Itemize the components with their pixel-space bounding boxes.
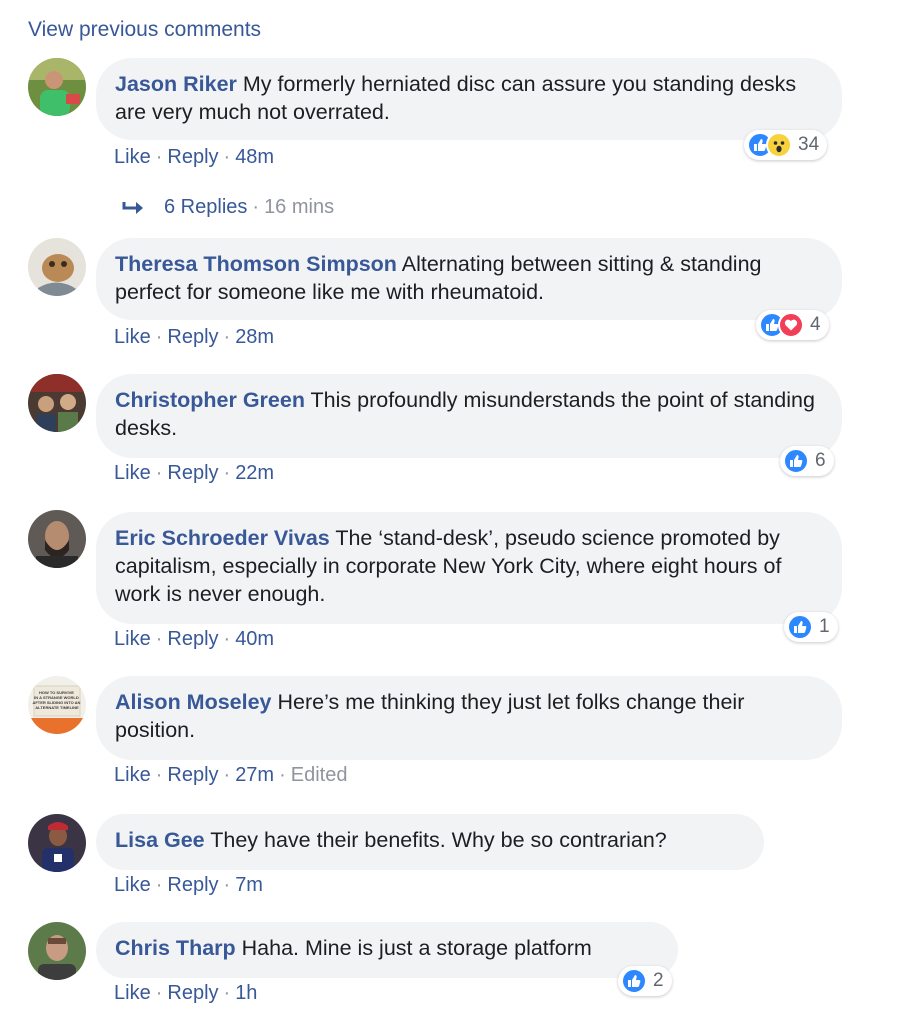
separator-dot: · — [223, 326, 231, 348]
view-replies-link[interactable]: 6 Replies — [164, 196, 247, 219]
comment-actions: Like · Reply · 1h — [114, 982, 257, 1005]
comment-actions: Like · Reply · 27m · Edited — [114, 764, 347, 787]
reply-arrow-icon — [122, 201, 143, 214]
separator-dot: · — [223, 146, 231, 168]
comment-actions: Like · Reply · 22m — [114, 462, 274, 485]
comment-author[interactable]: Christopher Green — [115, 388, 305, 412]
replies-time: 16 mins — [264, 196, 335, 218]
separator-dot: · — [155, 874, 163, 896]
avatar[interactable] — [28, 58, 86, 116]
reaction-count: 2 — [653, 970, 664, 991]
separator-dot: · — [155, 462, 163, 484]
like-reaction-icon — [787, 614, 813, 640]
avatar-book-text: HOW TO SURVIVE IN A STRANGE WORLD AFTER … — [32, 690, 81, 710]
like-link[interactable]: Like — [114, 874, 151, 896]
separator-dot: · — [223, 874, 231, 896]
comment-bubble: Jason Riker My formerly herniated disc c… — [96, 58, 842, 140]
timestamp-link[interactable]: 27m — [235, 764, 274, 786]
timestamp-link[interactable]: 40m — [235, 628, 274, 650]
comment-author[interactable]: Chris Tharp — [115, 936, 236, 960]
reply-link[interactable]: Reply — [167, 462, 218, 484]
separator-dot: · — [223, 462, 231, 484]
reactions-summary[interactable]: 1 — [784, 612, 838, 642]
comment-author[interactable]: Jason Riker — [115, 72, 237, 96]
separator-dot: · — [279, 764, 286, 786]
separator-dot: · — [223, 628, 231, 650]
like-link[interactable]: Like — [114, 764, 151, 786]
comment-bubble: Alison Moseley Here’s me thinking they j… — [96, 676, 842, 760]
like-link[interactable]: Like — [114, 146, 151, 168]
comment-text: They have their benefits. Why be so cont… — [210, 828, 667, 852]
reactions-summary[interactable]: 4 — [756, 310, 829, 340]
comment-bubble: Theresa Thomson Simpson Alternating betw… — [96, 238, 842, 320]
avatar[interactable] — [28, 510, 86, 568]
reply-link[interactable]: Reply — [167, 764, 218, 786]
separator-dot: · — [155, 982, 163, 1004]
wow-reaction-icon — [766, 132, 792, 158]
comment-bubble: Eric Schroeder Vivas The ‘stand-desk’, p… — [96, 512, 842, 624]
reaction-count: 6 — [815, 450, 826, 471]
reaction-count: 1 — [819, 616, 830, 637]
reactions-summary[interactable]: 6 — [780, 446, 834, 476]
separator-dot: · — [155, 764, 163, 786]
comment-actions: Like · Reply · 7m — [114, 874, 263, 897]
edited-label[interactable]: Edited — [291, 764, 348, 786]
reaction-count: 4 — [810, 314, 821, 335]
avatar[interactable] — [28, 374, 86, 432]
reaction-count: 34 — [798, 134, 820, 155]
avatar[interactable]: HOW TO SURVIVE IN A STRANGE WORLD AFTER … — [28, 676, 86, 734]
replies-row: 6 Replies · 16 mins — [122, 196, 334, 219]
like-link[interactable]: Like — [114, 982, 151, 1004]
like-link[interactable]: Like — [114, 326, 151, 348]
separator-dot: · — [223, 764, 231, 786]
timestamp-link[interactable]: 48m — [235, 146, 274, 168]
comment-author[interactable]: Theresa Thomson Simpson — [115, 252, 397, 276]
comment-bubble: Chris Tharp Haha. Mine is just a storage… — [96, 922, 678, 978]
separator-dot: · — [155, 146, 163, 168]
comment-text: Haha. Mine is just a storage platform — [241, 936, 592, 960]
reply-link[interactable]: Reply — [167, 874, 218, 896]
like-link[interactable]: Like — [114, 462, 151, 484]
timestamp-link[interactable]: 28m — [235, 326, 274, 348]
like-reaction-icon — [621, 968, 647, 994]
separator-dot: · — [155, 326, 163, 348]
separator-dot: · — [155, 628, 163, 650]
timestamp-link[interactable]: 1h — [235, 982, 257, 1004]
avatar[interactable] — [28, 922, 86, 980]
comment-bubble: Lisa Gee They have their benefits. Why b… — [96, 814, 764, 870]
view-previous-comments-link[interactable]: View previous comments — [28, 18, 261, 42]
reply-link[interactable]: Reply — [167, 146, 218, 168]
comment-actions: Like · Reply · 28m — [114, 326, 274, 349]
comment-actions: Like · Reply · 48m — [114, 146, 274, 169]
timestamp-link[interactable]: 7m — [235, 874, 263, 896]
comment-author[interactable]: Lisa Gee — [115, 828, 205, 852]
avatar[interactable] — [28, 814, 86, 872]
reply-link[interactable]: Reply — [167, 326, 218, 348]
separator-dot: · — [223, 982, 231, 1004]
comment-author[interactable]: Eric Schroeder Vivas — [115, 526, 330, 550]
reactions-summary[interactable]: 2 — [618, 966, 672, 996]
like-link[interactable]: Like — [114, 628, 151, 650]
like-reaction-icon — [783, 448, 809, 474]
avatar[interactable] — [28, 238, 86, 296]
comment-bubble: Christopher Green This profoundly misund… — [96, 374, 842, 458]
timestamp-link[interactable]: 22m — [235, 462, 274, 484]
comment-actions: Like · Reply · 40m — [114, 628, 274, 651]
love-reaction-icon — [778, 312, 804, 338]
reactions-summary[interactable]: 34 — [744, 130, 828, 160]
separator-dot: · — [252, 196, 260, 218]
reply-link[interactable]: Reply — [167, 628, 218, 650]
comment-author[interactable]: Alison Moseley — [115, 690, 272, 714]
reply-link[interactable]: Reply — [167, 982, 218, 1004]
